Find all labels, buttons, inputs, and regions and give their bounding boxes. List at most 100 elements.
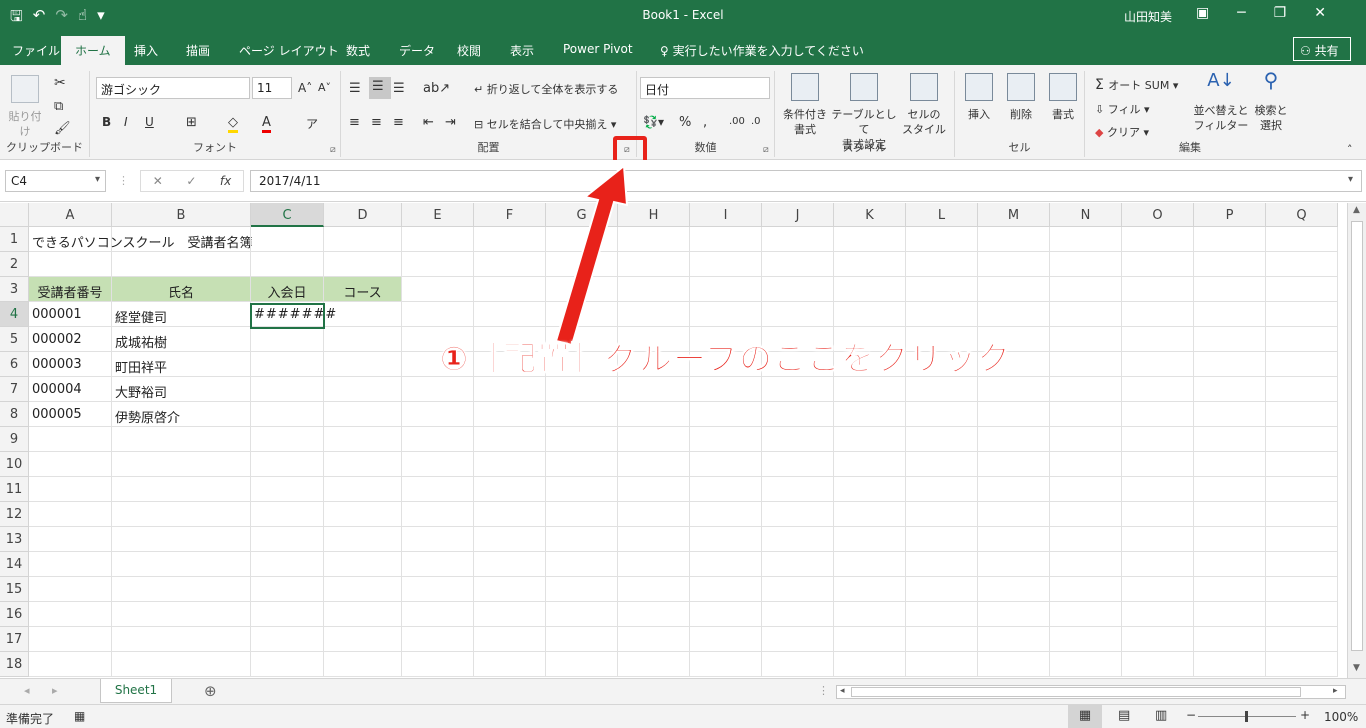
cell-f16[interactable] — [474, 602, 546, 627]
cell-f2[interactable] — [474, 252, 546, 277]
cell-j7[interactable] — [762, 377, 834, 402]
cell-j9[interactable] — [762, 427, 834, 452]
cell-f12[interactable] — [474, 502, 546, 527]
cell-n4[interactable] — [1050, 302, 1122, 327]
cell-q4[interactable] — [1266, 302, 1338, 327]
cell-c8[interactable] — [251, 402, 324, 427]
align-center-icon[interactable]: ≡ — [371, 115, 382, 130]
cell-h16[interactable] — [618, 602, 690, 627]
cell-a8[interactable]: 000005 — [29, 402, 112, 427]
cell-m10[interactable] — [978, 452, 1050, 477]
cell-b14[interactable] — [112, 552, 251, 577]
row-header-7[interactable]: 7 — [0, 377, 29, 402]
cell-q11[interactable] — [1266, 477, 1338, 502]
cell-a17[interactable] — [29, 627, 112, 652]
cell-k2[interactable] — [834, 252, 906, 277]
cell-j10[interactable] — [762, 452, 834, 477]
cell-n16[interactable] — [1050, 602, 1122, 627]
cell-n9[interactable] — [1050, 427, 1122, 452]
cell-d16[interactable] — [324, 602, 402, 627]
decrease-indent-icon[interactable]: ⇤ — [423, 115, 434, 130]
column-header-m[interactable]: M — [978, 203, 1050, 227]
vertical-scroll-thumb[interactable] — [1351, 221, 1363, 651]
cell-q14[interactable] — [1266, 552, 1338, 577]
underline-icon[interactable]: U — [145, 115, 154, 129]
cell-p13[interactable] — [1194, 527, 1266, 552]
cell-e14[interactable] — [402, 552, 474, 577]
cell-g16[interactable] — [546, 602, 618, 627]
cell-d2[interactable] — [324, 252, 402, 277]
cell-h4[interactable] — [618, 302, 690, 327]
cell-i2[interactable] — [690, 252, 762, 277]
cell-m15[interactable] — [978, 577, 1050, 602]
cell-g15[interactable] — [546, 577, 618, 602]
cell-f14[interactable] — [474, 552, 546, 577]
cell-h3[interactable] — [618, 277, 690, 302]
page-layout-view-icon[interactable]: ▤ — [1118, 708, 1130, 723]
cell-l10[interactable] — [906, 452, 978, 477]
cell-g7[interactable] — [546, 377, 618, 402]
cell-m2[interactable] — [978, 252, 1050, 277]
row-header-2[interactable]: 2 — [0, 252, 29, 277]
cell-q12[interactable] — [1266, 502, 1338, 527]
cell-g3[interactable] — [546, 277, 618, 302]
cell-o15[interactable] — [1122, 577, 1194, 602]
cell-i3[interactable] — [690, 277, 762, 302]
cell-e17[interactable] — [402, 627, 474, 652]
cell-p3[interactable] — [1194, 277, 1266, 302]
cell-e9[interactable] — [402, 427, 474, 452]
cell-p18[interactable] — [1194, 652, 1266, 677]
cell-g11[interactable] — [546, 477, 618, 502]
cell-i1[interactable] — [690, 227, 762, 252]
insert-cells-button[interactable]: 挿入 — [961, 73, 997, 122]
cell-i7[interactable] — [690, 377, 762, 402]
cell-i13[interactable] — [690, 527, 762, 552]
cell-styles-button[interactable]: セルの スタイル — [899, 73, 949, 137]
cell-n15[interactable] — [1050, 577, 1122, 602]
tell-me-box[interactable]: ♀ 実行したい作業を入力してください — [660, 42, 864, 59]
cell-b4[interactable]: 経堂健司 — [112, 302, 251, 327]
row-header-15[interactable]: 15 — [0, 577, 29, 602]
share-button[interactable]: ⚇ 共有 — [1293, 37, 1351, 61]
cell-i18[interactable] — [690, 652, 762, 677]
cell-p9[interactable] — [1194, 427, 1266, 452]
cell-o4[interactable] — [1122, 302, 1194, 327]
cell-a14[interactable] — [29, 552, 112, 577]
cell-l14[interactable] — [906, 552, 978, 577]
cell-i8[interactable] — [690, 402, 762, 427]
row-header-11[interactable]: 11 — [0, 477, 29, 502]
column-header-g[interactable]: G — [546, 203, 618, 227]
cell-h18[interactable] — [618, 652, 690, 677]
cell-f8[interactable] — [474, 402, 546, 427]
row-header-6[interactable]: 6 — [0, 352, 29, 377]
cell-h15[interactable] — [618, 577, 690, 602]
cell-a13[interactable] — [29, 527, 112, 552]
vertical-scrollbar[interactable]: ▲ ▼ — [1347, 203, 1366, 678]
cell-l16[interactable] — [906, 602, 978, 627]
expand-formula-icon[interactable]: ▾ — [1348, 174, 1353, 185]
tab-review[interactable]: 校閲 — [457, 42, 481, 59]
prev-sheet-icon[interactable]: ◂ — [24, 684, 30, 697]
cell-d3[interactable]: コース — [324, 277, 402, 302]
scroll-right-icon[interactable]: ▸ — [1333, 686, 1338, 696]
cell-i14[interactable] — [690, 552, 762, 577]
comma-style-icon[interactable]: , — [703, 115, 707, 130]
cell-n10[interactable] — [1050, 452, 1122, 477]
cell-n13[interactable] — [1050, 527, 1122, 552]
cell-g4[interactable] — [546, 302, 618, 327]
cell-k18[interactable] — [834, 652, 906, 677]
tab-view[interactable]: 表示 — [510, 42, 534, 59]
restore-icon[interactable]: ❐ — [1274, 5, 1287, 21]
cell-e15[interactable] — [402, 577, 474, 602]
column-header-q[interactable]: Q — [1266, 203, 1338, 227]
collapse-ribbon-icon[interactable]: ˄ — [1347, 143, 1353, 156]
cell-g8[interactable] — [546, 402, 618, 427]
tab-draw[interactable]: 描画 — [186, 42, 210, 59]
cell-c7[interactable] — [251, 377, 324, 402]
cell-d5[interactable] — [324, 327, 402, 352]
cell-j1[interactable] — [762, 227, 834, 252]
cell-f15[interactable] — [474, 577, 546, 602]
cell-e3[interactable] — [402, 277, 474, 302]
cell-c17[interactable] — [251, 627, 324, 652]
row-header-16[interactable]: 16 — [0, 602, 29, 627]
